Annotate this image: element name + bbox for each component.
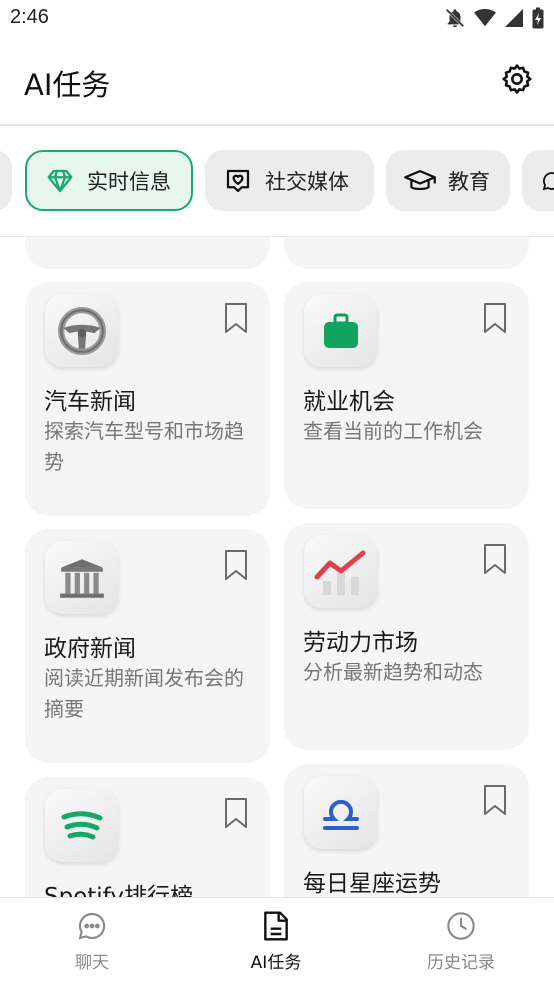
bookmark-icon[interactable] [481, 543, 509, 575]
category-chip-partial[interactable] [0, 150, 12, 211]
document-icon [264, 911, 288, 941]
category-chip-label: 社交媒体 [265, 169, 349, 194]
card-title: 就业机会 [303, 389, 395, 415]
card-description: 分析最新趋势和动态 [303, 660, 483, 684]
signal-icon [505, 9, 523, 27]
nav-label: 聊天 [75, 953, 109, 973]
notifications-off-icon [445, 8, 465, 28]
task-card-partial[interactable] [25, 237, 270, 269]
gear-icon [502, 64, 532, 94]
diamond-icon [47, 169, 73, 192]
category-chip-education[interactable]: 教育 [386, 150, 510, 211]
task-card-jobs[interactable]: 就业机会 查看当前的工作机会 [284, 282, 529, 509]
task-card-horoscope[interactable]: 每日星座运势 [284, 764, 529, 897]
graduation-cap-icon [404, 169, 436, 190]
settings-button[interactable] [498, 60, 536, 98]
card-description: 阅读近期新闻发布会的摘要 [44, 666, 244, 721]
nav-item-history[interactable]: 历史记录 [401, 910, 521, 973]
spotify-icon [45, 789, 118, 862]
nav-label: AI任务 [250, 953, 302, 973]
nav-label: 历史记录 [427, 953, 495, 973]
category-chip-social[interactable]: 社交媒体 [205, 150, 374, 211]
bookmark-icon[interactable] [481, 302, 509, 334]
card-title: 每日星座运势 [303, 871, 441, 897]
task-card-government-news[interactable]: 政府新闻 阅读近期新闻发布会的摘要 [25, 529, 270, 763]
bookmark-icon[interactable] [481, 784, 509, 816]
app-header: AI任务 [0, 38, 554, 124]
category-chip-partial[interactable] [522, 150, 554, 211]
task-card-labor-market[interactable]: 劳动力市场 分析最新趋势和动态 [284, 523, 529, 750]
category-chip-row[interactable]: 实时信息 社交媒体 教育 [0, 126, 554, 236]
category-chip-realtime[interactable]: 实时信息 [25, 150, 193, 211]
chat-bubble-icon [78, 912, 106, 940]
task-card-partial[interactable] [284, 237, 529, 269]
task-card-spotify-charts[interactable]: Spotify排行榜 [25, 777, 270, 897]
category-chip-label: 教育 [448, 169, 490, 194]
steering-wheel-icon [45, 294, 118, 367]
government-building-icon [45, 541, 118, 614]
status-time: 2:46 [10, 6, 49, 28]
battery-charging-icon [532, 7, 544, 29]
category-chip-label: 实时信息 [87, 169, 171, 194]
card-description: 探索汽车型号和市场趋势 [44, 419, 244, 474]
bookmark-icon[interactable] [222, 549, 250, 581]
card-title: 劳动力市场 [303, 630, 418, 656]
briefcase-icon [304, 294, 377, 367]
libra-icon [304, 776, 377, 849]
status-icons [444, 7, 544, 29]
wifi-icon [474, 8, 496, 27]
task-card-car-news[interactable]: 汽车新闻 探索汽车型号和市场趋势 [25, 282, 270, 516]
card-description: 查看当前的工作机会 [303, 419, 483, 443]
card-title: 汽车新闻 [44, 389, 136, 415]
nav-item-chat[interactable]: 聊天 [32, 910, 152, 973]
status-bar: 2:46 [0, 0, 554, 38]
page-title: AI任务 [24, 68, 111, 102]
heart-chat-icon [226, 169, 250, 192]
clock-icon [447, 912, 475, 940]
bookmark-icon[interactable] [222, 797, 250, 829]
trend-chart-icon [304, 535, 377, 608]
card-title: Spotify排行榜 [44, 884, 193, 897]
nav-item-ai-tasks[interactable]: AI任务 [216, 910, 336, 973]
bookmark-icon[interactable] [222, 302, 250, 334]
card-title: 政府新闻 [44, 636, 136, 662]
bottom-nav: 聊天 AI任务 历史记录 [0, 897, 554, 985]
task-grid: 汽车新闻 探索汽车型号和市场趋势 就业机会 查看当前的工作机会 政府新闻 阅读近… [0, 237, 554, 897]
chat-bubble-icon [542, 171, 554, 190]
